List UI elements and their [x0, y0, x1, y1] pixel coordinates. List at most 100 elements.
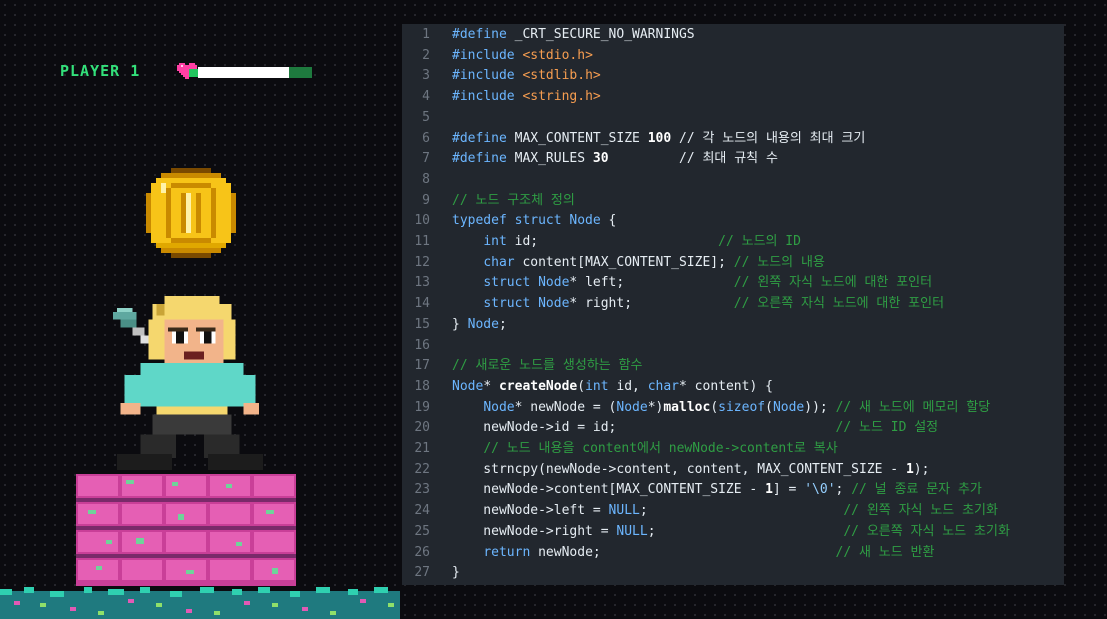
code-token: struct	[483, 275, 531, 291]
code-line: 7 #define MAX_RULES 30 // 최대 규칙 수	[402, 148, 778, 169]
code-token: 1	[905, 461, 914, 477]
line-number: 20	[414, 420, 430, 436]
line-number: 15	[414, 316, 430, 332]
code-token: *	[483, 378, 499, 394]
code-content: // 노드 내용을 content에서 newNode->content로 복사	[452, 438, 837, 459]
code-token: * newNode = (	[514, 399, 617, 415]
code-content: Node* createNode(int id, char* content) …	[452, 376, 773, 397]
hero-sprite	[112, 295, 264, 471]
code-line: 25 newNode->right = NULL; // 오른쪽 자식 노드 초…	[402, 521, 1010, 542]
line-number: 24	[414, 503, 430, 519]
code-content: newNode->left = NULL; // 왼쪽 자식 노드 초기화	[452, 500, 998, 521]
code-token: newNode->left =	[452, 503, 609, 519]
code-token: newNode->right =	[452, 523, 617, 539]
line-number: 3	[422, 68, 430, 84]
line-number: 26	[414, 544, 430, 560]
line-number: 25	[414, 523, 430, 539]
code-token: ));	[804, 399, 836, 415]
code-token: Node	[538, 296, 570, 312]
code-token: <string.h>	[522, 89, 601, 105]
code-token: Node	[467, 316, 499, 332]
line-number: 7	[422, 151, 430, 167]
code-content: // 노드 구조체 정의	[452, 190, 575, 211]
coin-icon	[146, 168, 236, 258]
line-number: 6	[422, 130, 430, 146]
code-content: #include <string.h>	[452, 86, 601, 107]
line-number: 13	[414, 275, 430, 291]
code-line: 3 #include <stdlib.h>	[402, 65, 601, 86]
code-token: );	[913, 461, 930, 477]
code-content: }	[452, 562, 460, 583]
code-line: 27}	[402, 562, 459, 583]
code-token: strncpy(newNode->content, content, MAX_C…	[452, 461, 906, 477]
game-scene: PLAYER 1	[0, 0, 400, 619]
code-token: // 오른쪽 자식 노드에 대한 포인터	[733, 296, 945, 312]
code-line: 12 char content[MAX_CONTENT_SIZE]; // 노드…	[402, 252, 825, 273]
code-token: // 최대 규칙 수	[608, 151, 778, 167]
code-token: ;	[835, 482, 852, 498]
code-token: NULL	[616, 523, 648, 539]
code-token: }	[452, 565, 460, 581]
code-line: 5	[402, 107, 430, 128]
code-line: 23 newNode->content[MAX_CONTENT_SIZE - 1…	[402, 479, 982, 500]
code-token: // 널 종료 문자 추가	[851, 482, 982, 498]
line-number: 21	[414, 441, 430, 456]
health-bar-fill	[198, 67, 290, 78]
code-token: #define	[452, 130, 507, 146]
pink-brick-platform	[76, 474, 296, 586]
code-token: // 노드 구조체 정의	[452, 192, 575, 208]
line-number: 8	[422, 171, 430, 187]
code-content: #include <stdio.h>	[452, 45, 593, 66]
code-editor: 1 #define _CRT_SECURE_NO_WARNINGS 2 #includ…	[402, 24, 1064, 585]
code-token: newNode;	[530, 544, 836, 560]
code-line: 10 typedef struct Node {	[402, 210, 616, 231]
code-token: struct	[483, 296, 531, 312]
code-content: #define MAX_CONTENT_SIZE 100 // 각 노드의 내용…	[452, 128, 865, 149]
code-content: strncpy(newNode->content, content, MAX_C…	[452, 459, 929, 480]
code-content: typedef struct Node {	[452, 210, 616, 231]
code-token: 30	[592, 151, 609, 167]
code-token: (	[765, 399, 773, 415]
code-content: newNode->content[MAX_CONTENT_SIZE - 1] =…	[452, 479, 982, 500]
code-token: // 오른쪽 자식 노드 초기화	[843, 523, 1010, 539]
code-token: char	[647, 378, 680, 394]
code-content: int id; // 노드의 ID	[452, 231, 801, 252]
code-token: // 노드의 ID	[718, 234, 801, 249]
code-token: *)	[647, 399, 664, 415]
code-token: <stdio.h>	[522, 47, 593, 63]
line-number: 14	[414, 296, 430, 312]
code-token: return	[483, 544, 531, 560]
code-line: 14 struct Node* right; // 오른쪽 자식 노드에 대한 …	[402, 293, 944, 314]
code-token: id,	[608, 378, 648, 394]
code-token: * left;	[569, 275, 734, 291]
code-token: ] =	[772, 482, 805, 498]
code-token: * content) {	[679, 378, 773, 394]
code-token: ;	[647, 523, 844, 539]
code-token: // 새로운 노드를 생성하는 함수	[452, 358, 643, 374]
code-line: 8	[402, 169, 430, 190]
code-line: 11 int id; // 노드의 ID	[402, 231, 801, 252]
code-token: '\0'	[804, 482, 836, 498]
code-token: char	[483, 254, 515, 270]
code-content: } Node;	[452, 314, 507, 335]
code-token: (	[577, 378, 586, 394]
line-number: 27	[414, 565, 430, 581]
line-number: 19	[414, 399, 430, 415]
heart-icon	[177, 63, 199, 79]
code-token: MAX_CONTENT_SIZE	[506, 130, 648, 146]
line-number: 10	[414, 213, 430, 229]
code-token: createNode	[498, 378, 578, 394]
code-token: _CRT_SECURE_NO_WARNINGS	[506, 27, 695, 42]
code-token: NULL	[608, 503, 640, 519]
line-number: 1	[422, 27, 430, 42]
code-content: // 새로운 노드를 생성하는 함수	[452, 355, 642, 376]
code-line: 20 newNode->id = id; // 노드 ID 설정	[402, 417, 938, 438]
code-token: // 노드의 내용	[733, 254, 825, 270]
code-token: typedef struct	[452, 213, 562, 229]
code-token: #define	[452, 151, 507, 167]
code-token: <stdlib.h>	[522, 68, 601, 84]
